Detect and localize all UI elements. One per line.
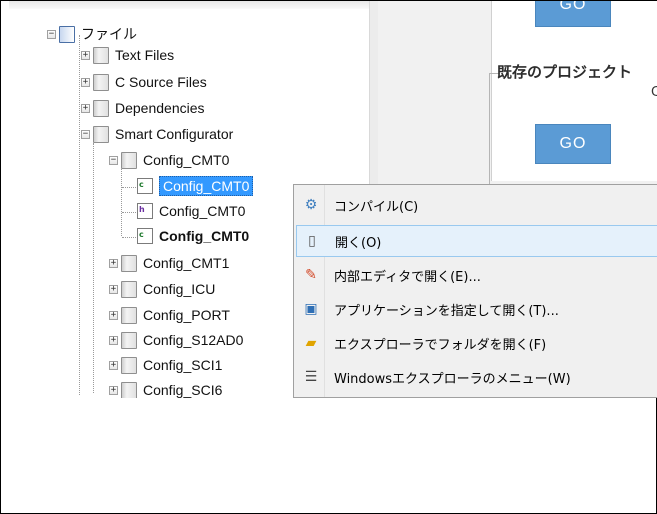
explorer-folder-icon: ▰	[305, 335, 317, 351]
menu-item-windows-explorer-menu[interactable]: ☰ Windowsエクスプローラのメニュー(W)	[296, 361, 657, 393]
tree-item-smart-configurator[interactable]: − Smart Configurator	[81, 123, 233, 145]
expand-icon[interactable]: +	[81, 50, 90, 60]
tree-guide	[121, 166, 122, 236]
collapse-icon[interactable]: −	[81, 129, 90, 139]
expand-icon[interactable]: +	[109, 335, 118, 345]
tree-item-config-cmt0-h-file[interactable]: h Config_CMT0	[137, 200, 245, 222]
tree-item-label: Config_CMT0	[143, 152, 230, 168]
c-source-file-icon: c	[137, 178, 153, 194]
project-folder-icon	[59, 25, 75, 43]
expand-icon[interactable]: +	[109, 258, 118, 268]
c-source-file-icon: c	[137, 228, 153, 244]
expand-icon[interactable]: +	[109, 360, 118, 370]
folder-icon	[121, 151, 137, 169]
tree-item-config-sci6[interactable]: + Config_SCI6	[109, 379, 222, 398]
menu-item-open-internal-editor[interactable]: ✎ 内部エディタで開く(E)...	[296, 259, 657, 291]
tree-guide	[79, 35, 80, 395]
folder-icon	[121, 381, 137, 398]
menu-item-label: アプリケーションを指定して開く(T)...	[334, 303, 559, 319]
tree-item-label: Config_CMT1	[143, 255, 230, 271]
section-sub-text: C	[651, 85, 657, 100]
folder-icon	[121, 306, 137, 324]
tree-item-config-cmt0-c-file[interactable]: c Config_CMT0	[137, 175, 254, 197]
menu-item-open-folder-explorer[interactable]: ▰ エクスプローラでフォルダを開く(F)	[296, 327, 657, 359]
app-icon: ▣	[304, 301, 318, 317]
expand-icon[interactable]: +	[81, 103, 90, 113]
folder-icon	[93, 46, 109, 64]
tree-item-label: Dependencies	[115, 100, 205, 116]
tree-item-label: Config_S12AD0	[143, 332, 244, 348]
tree-item-config-icu[interactable]: + Config_ICU	[109, 278, 215, 300]
project-explorer-window: GO 既存のプロジェクト C GO − ファイル + Text Files + …	[9, 1, 657, 398]
existing-project-title: 既存のプロジェクト	[497, 63, 633, 81]
tree-item-label: Config_SCI6	[143, 382, 223, 398]
tree-item-label: C Source Files	[115, 74, 207, 90]
menu-item-label: 内部エディタで開く(E)...	[334, 269, 481, 285]
context-menu: ⚙ コンパイル(C) ▯ 開く(O) ✎ 内部エディタで開く(E)... ▣ ア…	[293, 184, 657, 398]
expand-icon[interactable]: +	[109, 284, 118, 294]
menu-item-compile[interactable]: ⚙ コンパイル(C)	[296, 189, 657, 221]
toolbar-strip	[9, 1, 369, 9]
folder-icon	[121, 331, 137, 349]
tree-item-config-s12ad0[interactable]: + Config_S12AD0	[109, 329, 243, 351]
tree-item-config-cmt0-user-file[interactable]: c Config_CMT0	[137, 225, 249, 247]
header-file-icon: h	[137, 203, 153, 219]
menu-item-label: 開く(O)	[335, 235, 382, 251]
tree-item-dependencies[interactable]: + Dependencies	[81, 97, 205, 119]
menu-item-label: エクスプローラでフォルダを開く(F)	[334, 337, 547, 353]
tree-item-config-cmt0-folder[interactable]: − Config_CMT0	[109, 149, 229, 171]
tree-item-c-source-files[interactable]: + C Source Files	[81, 71, 207, 93]
tree-guide	[122, 187, 136, 188]
folder-icon	[121, 356, 137, 374]
section-frame	[489, 73, 500, 184]
tree-item-config-cmt1[interactable]: + Config_CMT1	[109, 252, 229, 274]
tree-item-label: Config_CMT0	[159, 228, 250, 244]
screenshot-frame: GO 既存のプロジェクト C GO − ファイル + Text Files + …	[0, 0, 657, 514]
folder-icon	[121, 254, 137, 272]
folder-icon	[93, 73, 109, 91]
open-icon: ▯	[308, 233, 316, 249]
menu-icon: ☰	[304, 369, 318, 385]
edit-icon: ✎	[305, 267, 317, 283]
collapse-icon[interactable]: −	[47, 29, 56, 39]
tree-guide	[93, 143, 94, 393]
go-button[interactable]: GO	[535, 124, 611, 164]
tree-item-config-sci1[interactable]: + Config_SCI1	[109, 354, 222, 376]
tree-item-label: Text Files	[115, 47, 175, 63]
folder-icon	[93, 99, 109, 117]
folder-icon	[121, 280, 137, 298]
expand-icon[interactable]: +	[109, 310, 118, 320]
collapse-icon[interactable]: −	[109, 155, 118, 165]
go-button-top[interactable]: GO	[535, 1, 611, 27]
menu-item-open[interactable]: ▯ 開く(O)	[296, 225, 657, 257]
tree-item-config-port[interactable]: + Config_PORT	[109, 304, 230, 326]
tree-item-label: Config_PORT	[143, 307, 230, 323]
tree-item-label: Config_CMT0	[159, 203, 246, 219]
menu-item-label: Windowsエクスプローラのメニュー(W)	[334, 371, 571, 387]
tree-guide	[122, 212, 136, 213]
expand-icon[interactable]: +	[109, 385, 118, 395]
menu-item-label: コンパイル(C)	[334, 199, 419, 215]
tree-item-label: Smart Configurator	[115, 126, 234, 142]
tree-root-label: ファイル	[81, 26, 137, 42]
tree-item-label: Config_ICU	[143, 281, 216, 297]
menu-item-open-with-app[interactable]: ▣ アプリケーションを指定して開く(T)...	[296, 293, 657, 325]
compile-icon: ⚙	[304, 197, 318, 213]
tree-guide	[122, 237, 136, 238]
tree-item-label: Config_SCI1	[143, 357, 223, 373]
tree-item-label-selected: Config_CMT0	[159, 176, 254, 196]
tree-item-text-files[interactable]: + Text Files	[81, 44, 174, 66]
expand-icon[interactable]: +	[81, 77, 90, 87]
tree-root-folder[interactable]: − ファイル	[47, 23, 137, 45]
folder-icon	[93, 125, 109, 143]
